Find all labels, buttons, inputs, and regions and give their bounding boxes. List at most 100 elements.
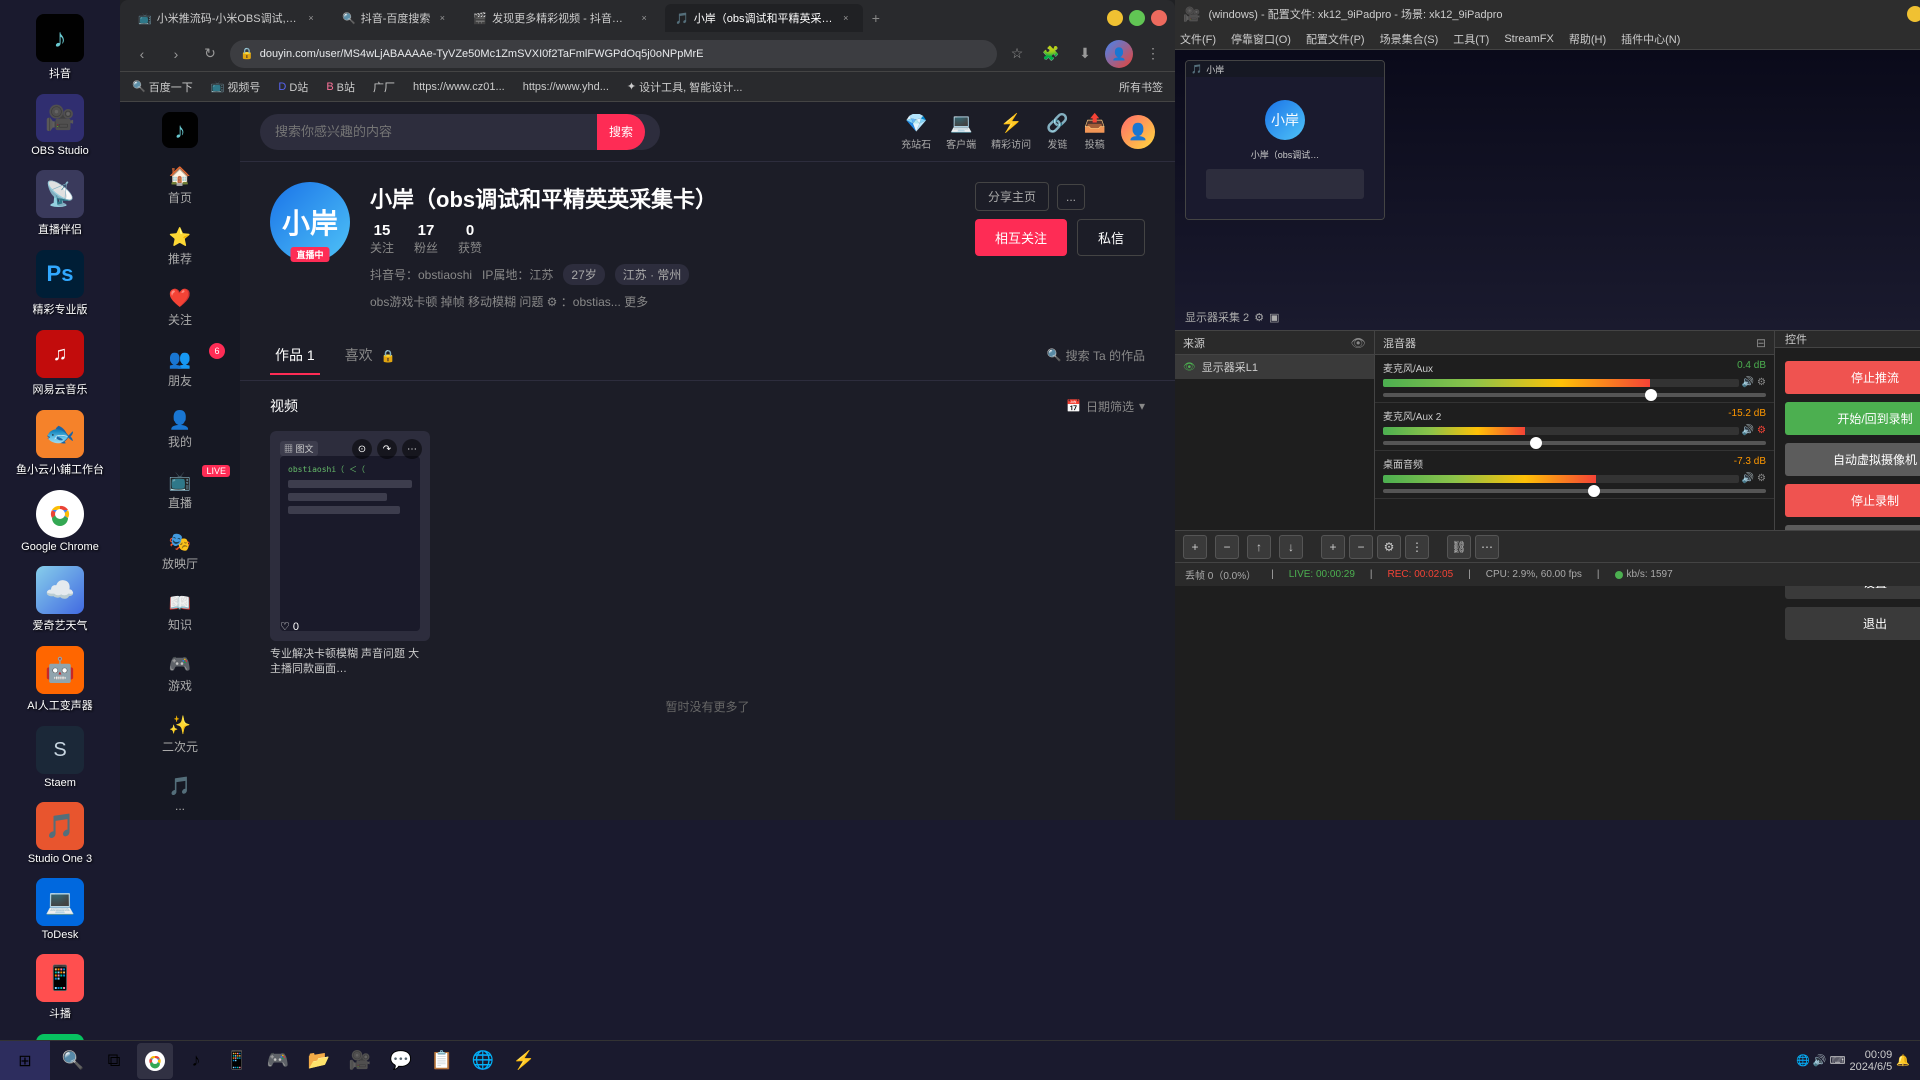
douyin-nav-recommend[interactable]: ⭐ 推荐 <box>120 219 240 275</box>
bookmark-shipin[interactable]: 📺 视频号 <box>207 77 265 97</box>
desktop-icon-obs[interactable]: 🎥 OBS Studio <box>10 90 110 161</box>
mute-icon-2[interactable]: 🔊 <box>1742 425 1754 436</box>
desktop-icon-obs2[interactable]: 📡 直播伴侣 <box>10 166 110 241</box>
toolbar-add-btn[interactable]: + <box>1183 535 1207 559</box>
stop-stream-btn[interactable]: 停止推流 <box>1785 361 1920 394</box>
douyin-nav-live[interactable]: LIVE 📺 直播 <box>120 463 240 519</box>
gear-icon[interactable]: ⚙ <box>1254 311 1264 324</box>
bio-more-btn[interactable]: 更多 <box>624 295 648 309</box>
taskbar-multitask[interactable]: ⧉ <box>96 1043 132 1079</box>
forward-btn[interactable]: › <box>162 40 190 68</box>
douyin-nav-home[interactable]: 🏠 首页 <box>120 158 240 214</box>
douyin-nav-music[interactable]: 🎵 ... <box>120 768 240 820</box>
search-button[interactable]: 搜索 <box>597 114 645 150</box>
tab-close-btn[interactable]: × <box>839 11 853 25</box>
desktop-icon-fish[interactable]: 🐟 鱼小云小鋪工作台 <box>10 406 110 481</box>
download-btn[interactable]: ⬇ <box>1071 40 1099 68</box>
menu-btn[interactable]: ⋮ <box>1139 40 1167 68</box>
bookmark-yhd[interactable]: https://www.yhd... <box>519 79 613 95</box>
mixer-expand-icon[interactable]: ⊟ <box>1756 336 1766 350</box>
taskbar-more[interactable]: 📂 <box>301 1043 337 1079</box>
taskbar-game[interactable]: 🎮 <box>260 1043 296 1079</box>
search-bar[interactable]: 搜索 <box>260 114 660 150</box>
search-input[interactable] <box>275 124 589 139</box>
douyin-logo[interactable]: ♪ <box>160 112 200 148</box>
taskbar-task[interactable]: 📋 <box>424 1043 460 1079</box>
more-options-btn[interactable]: ... <box>1057 184 1085 210</box>
toolbar-dots-btn[interactable]: ⋯ <box>1475 535 1499 559</box>
obs-menu-help[interactable]: 帮助(H) <box>1569 31 1606 47</box>
obs-menu-plugins[interactable]: 插件中心(N) <box>1621 31 1680 47</box>
back-btn[interactable]: ‹ <box>128 40 156 68</box>
source-visibility-icon[interactable]: 👁 <box>1183 362 1196 373</box>
start-button[interactable]: ⊞ <box>0 1041 50 1080</box>
taskbar-tiktok[interactable]: ♪ <box>178 1043 214 1079</box>
volume-slider-2[interactable] <box>1383 441 1766 445</box>
volume-slider-1[interactable] <box>1383 393 1766 397</box>
share-page-btn[interactable]: 分享主页 <box>975 182 1049 211</box>
toolbar-down-btn[interactable]: ↓ <box>1279 535 1303 559</box>
tab-likes[interactable]: 喜欢 🔒 <box>340 335 401 375</box>
bookmark-cz01[interactable]: https://www.cz01... <box>409 79 509 95</box>
bookmark-baidu[interactable]: 🔍 百度一下 <box>128 77 197 97</box>
obs-menu-streamfx[interactable]: StreamFX <box>1504 33 1554 45</box>
taskbar-red[interactable]: 📱 <box>219 1043 255 1079</box>
header-action-post[interactable]: 📤 投稿 <box>1084 113 1106 151</box>
obs-menu-docks[interactable]: 停靠窗口(O) <box>1231 31 1291 47</box>
volume-handle-3[interactable] <box>1588 485 1600 497</box>
address-bar[interactable]: 🔒 douyin.com/user/MS4wLjABAAAAe-TyVZe50M… <box>230 40 997 68</box>
douyin-nav-cinema[interactable]: 🎭 放映厅 <box>120 524 240 580</box>
user-avatar[interactable]: 👤 <box>1121 115 1155 149</box>
notification-btn[interactable]: 🔔 <box>1896 1054 1910 1067</box>
layout-icon[interactable]: ▣ <box>1269 311 1279 324</box>
taskbar-browser2[interactable]: 🌐 <box>465 1043 501 1079</box>
toolbar-remove-btn[interactable]: − <box>1215 535 1239 559</box>
stat-follow[interactable]: 15 关注 <box>370 222 394 256</box>
desktop-icon-steam[interactable]: S Staem <box>10 722 110 793</box>
douyin-nav-knowledge[interactable]: 📖 知识 <box>120 585 240 641</box>
obs-minimize-btn[interactable] <box>1907 6 1920 22</box>
bookmark-guangc[interactable]: 广厂 <box>369 77 399 97</box>
browser-tab-2[interactable]: 🔍 抖音-百度搜索 × <box>332 4 459 32</box>
video-card-1[interactable]: ▦ 图文 obstiaoshi（ ＜（ <box>270 431 430 678</box>
browser-tab-3[interactable]: 🎬 发现更多精彩视频 - 抖音搜索 × <box>463 4 661 32</box>
taskbar-mini[interactable]: ⚡ <box>506 1043 542 1079</box>
bookmark-star-btn[interactable]: ☆ <box>1003 40 1031 68</box>
volume-handle-1[interactable] <box>1645 389 1657 401</box>
toolbar-chain-btn[interactable]: ⛓ <box>1447 535 1471 559</box>
message-btn[interactable]: 私信 <box>1077 219 1145 256</box>
desktop-icon-zhubo[interactable]: 📱 斗播 <box>10 950 110 1025</box>
date-filter-btn[interactable]: 📅 日期筛选 ▾ <box>1066 398 1145 415</box>
desktop-icon-ps[interactable]: Ps 精彩专业版 <box>10 246 110 321</box>
search-ta-btn[interactable]: 🔍 搜索 Ta 的作品 <box>1047 347 1145 364</box>
header-action-falink[interactable]: 🔗 发链 <box>1046 113 1068 151</box>
taskbar-search[interactable]: 🔍 <box>55 1043 91 1079</box>
settings-icon-1[interactable]: ⚙ <box>1757 377 1766 388</box>
stop-record-btn[interactable]: 停止录制 <box>1785 484 1920 517</box>
bookmark-design[interactable]: ✦ 设计工具, 智能设计... <box>623 77 747 97</box>
browser-tab-1[interactable]: 📺 小米推流码-小米OBS调试, O8... × <box>128 4 328 32</box>
extensions-btn[interactable]: 🧩 <box>1037 40 1065 68</box>
tab-close-btn[interactable]: × <box>304 11 318 25</box>
obs-exit-btn[interactable]: 退出 <box>1785 607 1920 640</box>
desktop-icon-chrome[interactable]: Google Chrome <box>10 486 110 557</box>
bookmark-dis[interactable]: D D站 <box>274 77 312 97</box>
tab-close-btn[interactable]: × <box>435 11 449 25</box>
toolbar-settings-btn[interactable]: ⚙ <box>1377 535 1401 559</box>
all-bookmarks-btn[interactable]: 所有书签 <box>1115 77 1167 97</box>
add-source-icon[interactable]: 👁 <box>1351 336 1366 350</box>
douyin-nav-anime[interactable]: ✨ 二次元 <box>120 707 240 763</box>
stat-likes[interactable]: 0 获赞 <box>458 222 482 256</box>
refresh-btn[interactable]: ↻ <box>196 40 224 68</box>
header-action-visit[interactable]: ⚡ 精彩访问 <box>991 113 1031 151</box>
stat-fans[interactable]: 17 粉丝 <box>414 222 438 256</box>
desktop-icon-netease[interactable]: ♫ 网易云音乐 <box>10 326 110 401</box>
desktop-icon-wechat[interactable]: 💬 微信 <box>10 1030 110 1040</box>
obs-menu-tools[interactable]: 工具(T) <box>1453 31 1489 47</box>
settings-icon-2[interactable]: ⚙ <box>1757 425 1766 436</box>
obs-menu-profile[interactable]: 配置文件(P) <box>1306 31 1365 47</box>
taskbar-chrome[interactable] <box>137 1043 173 1079</box>
obs-menu-scenes[interactable]: 场景集合(S) <box>1380 31 1439 47</box>
toolbar-add2-btn[interactable]: + <box>1321 535 1345 559</box>
toolbar-more-btn[interactable]: ⋮ <box>1405 535 1429 559</box>
